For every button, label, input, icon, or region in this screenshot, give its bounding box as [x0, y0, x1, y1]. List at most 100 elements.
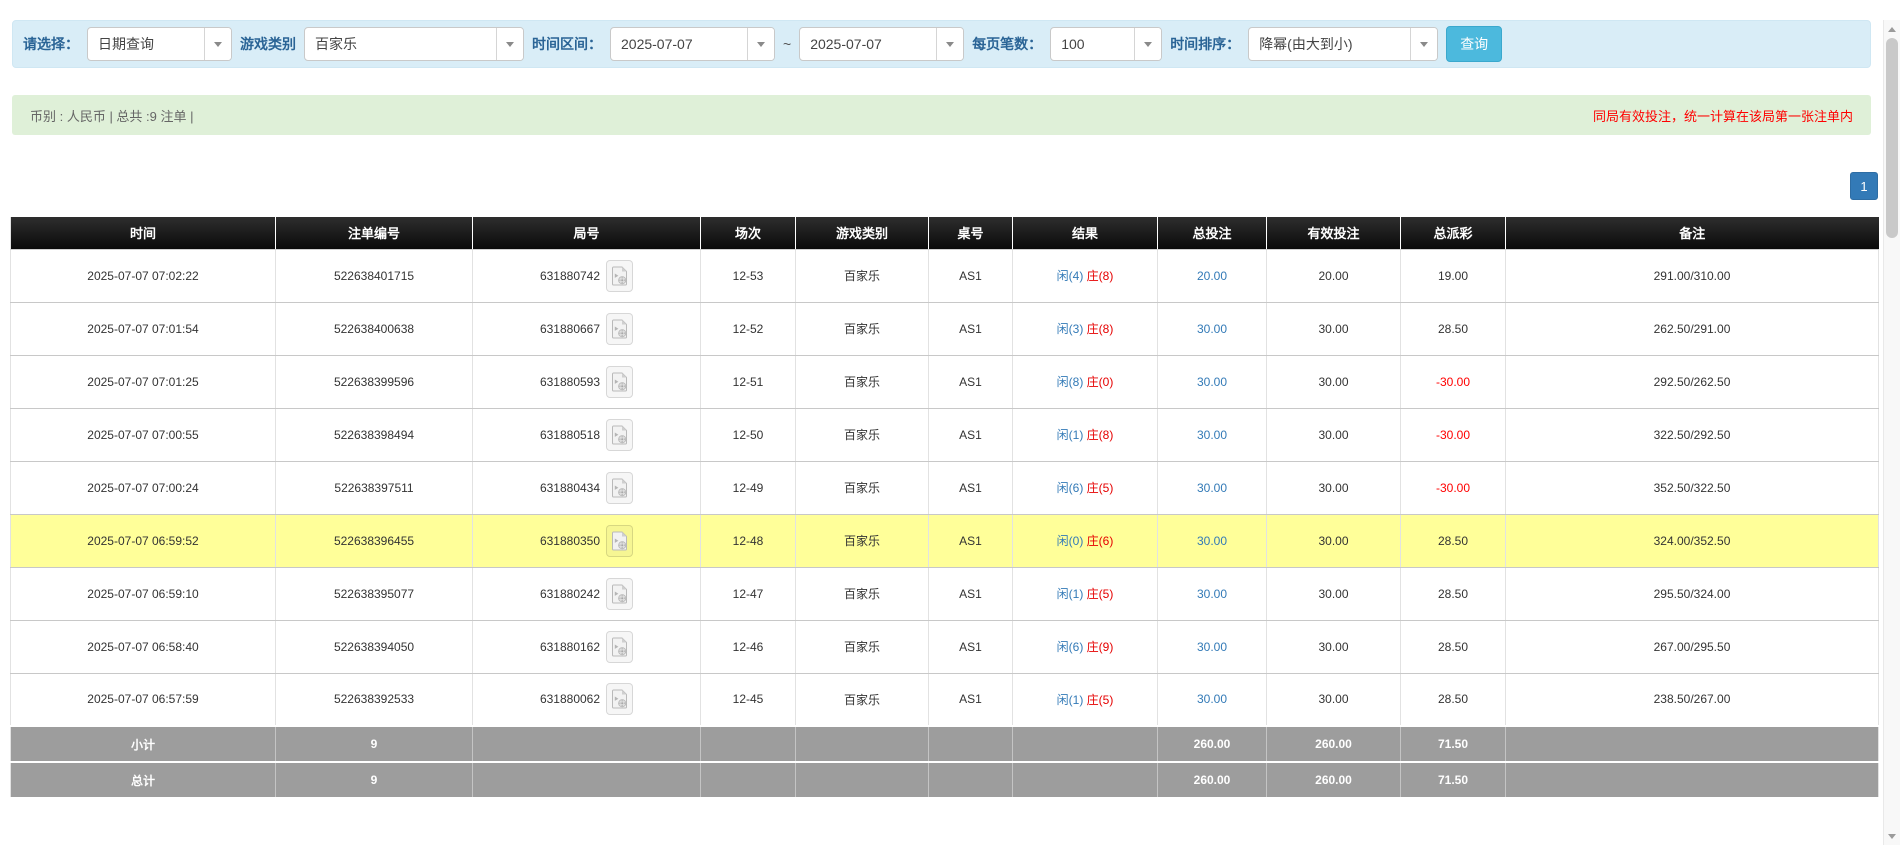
chevron-down-icon[interactable]: [1134, 28, 1162, 60]
scrollbar-thumb[interactable]: [1886, 38, 1898, 238]
cell-bet-id: 522638396455: [275, 514, 473, 568]
subtotal-row: 小计 9 260.00 260.00 71.50: [10, 725, 1879, 763]
table-row[interactable]: 2025-07-07 06:59:10 522638395077 6318802…: [10, 567, 1879, 621]
cell-payout: 19.00: [1400, 249, 1506, 303]
table-row[interactable]: 2025-07-07 06:57:59 522638392533 6318800…: [10, 673, 1879, 727]
cell-game-category: 百家乐: [795, 673, 929, 727]
query-type-value: 日期查询: [98, 36, 154, 52]
result-banker: 庄(8): [1086, 322, 1114, 336]
total-bet-link[interactable]: 30.00: [1197, 640, 1227, 654]
header-table-number: 桌号: [928, 217, 1013, 250]
cell-valid-bet: 20.00: [1266, 249, 1401, 303]
total-bet-link[interactable]: 30.00: [1197, 587, 1227, 601]
total-bet-link[interactable]: 30.00: [1197, 692, 1227, 706]
sort-value: 降幂(由大到小): [1259, 36, 1353, 52]
table-row[interactable]: 2025-07-07 07:01:25 522638399596 6318805…: [10, 355, 1879, 409]
video-replay-icon[interactable]: [606, 418, 634, 451]
cell-table-number: AS1: [928, 461, 1013, 515]
scroll-up-icon[interactable]: [1884, 21, 1900, 37]
date-from-select[interactable]: 2025-07-07: [610, 27, 775, 61]
total-bet-link[interactable]: 30.00: [1197, 481, 1227, 495]
chevron-down-icon[interactable]: [496, 28, 523, 60]
cell-payout: -30.00: [1400, 408, 1506, 462]
cell-result: 闲(1) 庄(5): [1012, 673, 1158, 727]
sort-select[interactable]: 降幂(由大到小): [1248, 27, 1439, 61]
result-banker: 庄(5): [1086, 692, 1114, 707]
round-id-text: 631880518: [539, 427, 601, 442]
video-replay-icon[interactable]: [606, 471, 634, 504]
chevron-down-icon[interactable]: [936, 28, 964, 60]
table-row[interactable]: 2025-07-07 07:01:54 522638400638 6318806…: [10, 302, 1879, 356]
total-bet-link[interactable]: 30.00: [1197, 322, 1227, 336]
cell-time: 2025-07-07 06:58:40: [10, 620, 276, 674]
chevron-down-icon[interactable]: [204, 28, 231, 60]
cell-total-bet: 30.00: [1157, 461, 1267, 515]
table-row[interactable]: 2025-07-07 07:02:22 522638401715 6318807…: [10, 249, 1879, 303]
date-to-value: 2025-07-07: [810, 36, 882, 52]
cell-payout: 28.50: [1400, 514, 1506, 568]
video-replay-icon[interactable]: [606, 630, 634, 663]
video-replay-icon[interactable]: [606, 524, 634, 557]
page-size-select[interactable]: 100: [1050, 27, 1163, 61]
cell-session: 12-45: [700, 673, 796, 727]
game-category-value: 百家乐: [315, 36, 357, 52]
header-time: 时间: [10, 217, 276, 250]
result-player: 闲(1): [1056, 587, 1084, 601]
subtotal-label: 小计: [10, 725, 276, 763]
grand-total-empty-cell: [472, 761, 701, 799]
result-banker: 庄(8): [1086, 269, 1114, 283]
search-button[interactable]: 查询: [1446, 26, 1503, 62]
chevron-down-icon[interactable]: [747, 28, 774, 60]
subtotal-empty-cell: [1505, 725, 1879, 763]
cell-payout: 28.50: [1400, 302, 1506, 356]
grand-total-empty-cell: [795, 761, 929, 799]
cell-game-category: 百家乐: [795, 461, 929, 515]
cell-note: 267.00/295.50: [1505, 620, 1879, 674]
header-result: 结果: [1012, 217, 1158, 250]
cell-round-id: 631880162: [472, 620, 701, 674]
table-row[interactable]: 2025-07-07 07:00:55 522638398494 6318805…: [10, 408, 1879, 462]
cell-result: 闲(4) 庄(8): [1012, 249, 1158, 303]
game-category-select[interactable]: 百家乐: [304, 27, 524, 61]
query-type-label: 请选择：: [23, 36, 79, 52]
grand-total-label: 总计: [10, 761, 276, 799]
cell-valid-bet: 30.00: [1266, 620, 1401, 674]
total-bet-link[interactable]: 30.00: [1197, 375, 1227, 389]
result-player: 闲(3): [1056, 322, 1084, 336]
table-row[interactable]: 2025-07-07 06:58:40 522638394050 6318801…: [10, 620, 1879, 674]
page-button-1[interactable]: 1: [1850, 172, 1878, 200]
video-replay-icon[interactable]: [606, 259, 634, 292]
vertical-scrollbar[interactable]: [1883, 20, 1900, 845]
cell-note: 352.50/322.50: [1505, 461, 1879, 515]
total-bet-link[interactable]: 20.00: [1197, 269, 1227, 283]
video-replay-icon[interactable]: [606, 312, 634, 345]
cell-total-bet: 20.00: [1157, 249, 1267, 303]
video-replay-icon[interactable]: [606, 365, 634, 398]
cell-session: 12-46: [700, 620, 796, 674]
round-id-text: 631880593: [539, 374, 601, 389]
total-bet-link[interactable]: 30.00: [1197, 428, 1227, 442]
subtotal-empty-cell: [472, 725, 701, 763]
cell-time: 2025-07-07 07:01:25: [10, 355, 276, 409]
header-valid-bet: 有效投注: [1266, 217, 1401, 250]
table-header-row: 时间 注单编号 局号 场次 游戏类别 桌号 结果 总投注 有效投注 总派彩 备注: [10, 217, 1879, 250]
cell-game-category: 百家乐: [795, 514, 929, 568]
result-player: 闲(6): [1056, 640, 1084, 654]
date-to-select[interactable]: 2025-07-07: [799, 27, 965, 61]
query-type-select[interactable]: 日期查询: [87, 27, 232, 61]
cell-time: 2025-07-07 07:02:22: [10, 249, 276, 303]
chevron-down-icon[interactable]: [1410, 28, 1438, 60]
cell-total-bet: 30.00: [1157, 673, 1267, 727]
result-banker: 庄(6): [1086, 534, 1114, 548]
betting-records-page: 请选择： 日期查询 游戏类别 百家乐 时间区间： 2025-07-07 ~ 20…: [0, 20, 1900, 845]
cell-session: 12-49: [700, 461, 796, 515]
subtotal-empty-cell: [928, 725, 1013, 763]
cell-game-category: 百家乐: [795, 408, 929, 462]
table-row[interactable]: 2025-07-07 06:59:52 522638396455 6318803…: [10, 514, 1879, 568]
video-replay-icon[interactable]: [606, 577, 634, 610]
table-row[interactable]: 2025-07-07 07:00:24 522638397511 6318804…: [10, 461, 1879, 515]
total-bet-link[interactable]: 30.00: [1197, 534, 1227, 548]
video-replay-icon[interactable]: [606, 683, 634, 716]
cell-valid-bet: 30.00: [1266, 567, 1401, 621]
scroll-down-icon[interactable]: [1884, 828, 1900, 844]
